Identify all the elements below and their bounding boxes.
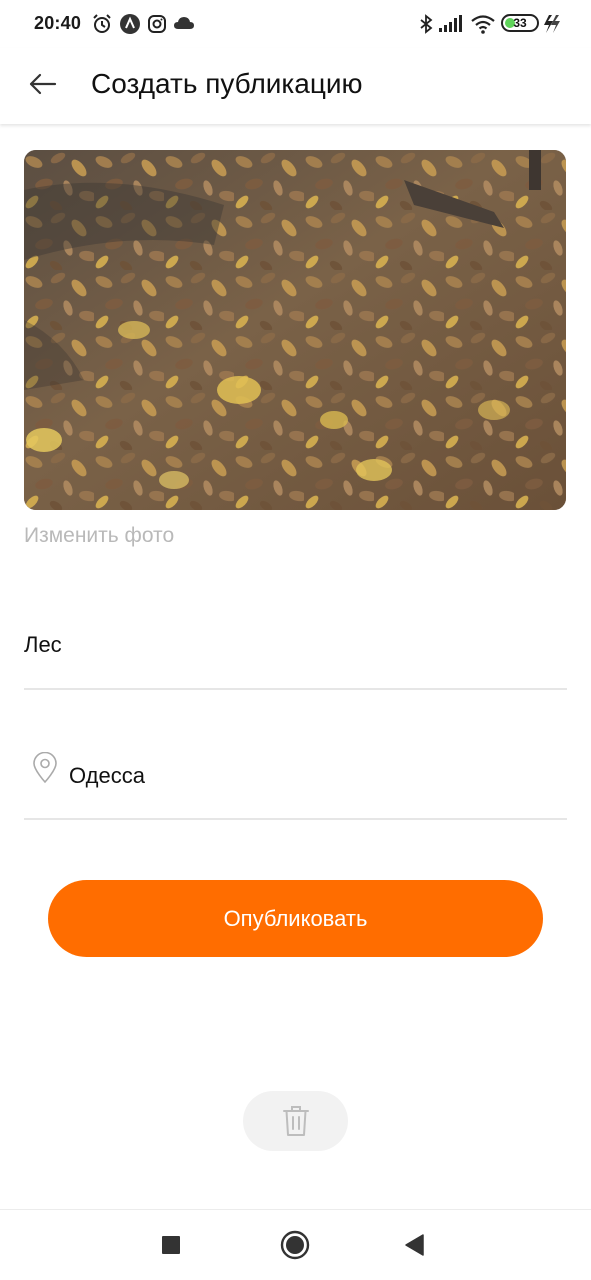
alarm-icon	[91, 13, 113, 35]
publish-button[interactable]: Опубликовать	[48, 880, 543, 957]
instagram-icon	[146, 13, 168, 35]
location-pin-icon	[32, 751, 58, 784]
signal-icon	[438, 13, 462, 35]
publish-label: Опубликовать	[223, 905, 368, 931]
battery-level: 33	[513, 16, 527, 30]
change-photo-link[interactable]: Изменить фото	[24, 524, 174, 548]
leaves-photo	[24, 150, 566, 510]
trash-icon	[282, 1106, 309, 1136]
back-triangle-icon	[405, 1234, 424, 1256]
home-button[interactable]	[278, 1228, 312, 1262]
title-field[interactable]: Лес	[24, 600, 567, 690]
charging-icon	[543, 13, 565, 35]
app-a-icon	[119, 13, 141, 35]
page-title: Создать публикацию	[91, 68, 363, 99]
arrow-left-icon	[29, 73, 57, 95]
status-bar: 20:40 33	[0, 0, 591, 48]
back-nav-button[interactable]	[397, 1228, 431, 1262]
location-value: Одесса	[69, 763, 145, 788]
recents-square-icon	[162, 1236, 180, 1254]
back-button[interactable]	[22, 64, 62, 104]
cloud-icon	[173, 13, 195, 35]
recents-button[interactable]	[154, 1228, 188, 1262]
wifi-icon	[470, 13, 496, 35]
location-field[interactable]: Одесса	[24, 730, 567, 820]
delete-button[interactable]	[243, 1091, 348, 1151]
home-circle-icon	[280, 1230, 310, 1260]
photo-preview[interactable]	[24, 150, 566, 510]
app-bar: Создать публикацию	[0, 48, 591, 124]
battery-icon: 33	[501, 14, 539, 32]
status-time: 20:40	[34, 13, 82, 33]
title-value: Лес	[24, 632, 62, 657]
system-nav-bar	[0, 1209, 591, 1280]
bluetooth-icon	[415, 13, 437, 35]
